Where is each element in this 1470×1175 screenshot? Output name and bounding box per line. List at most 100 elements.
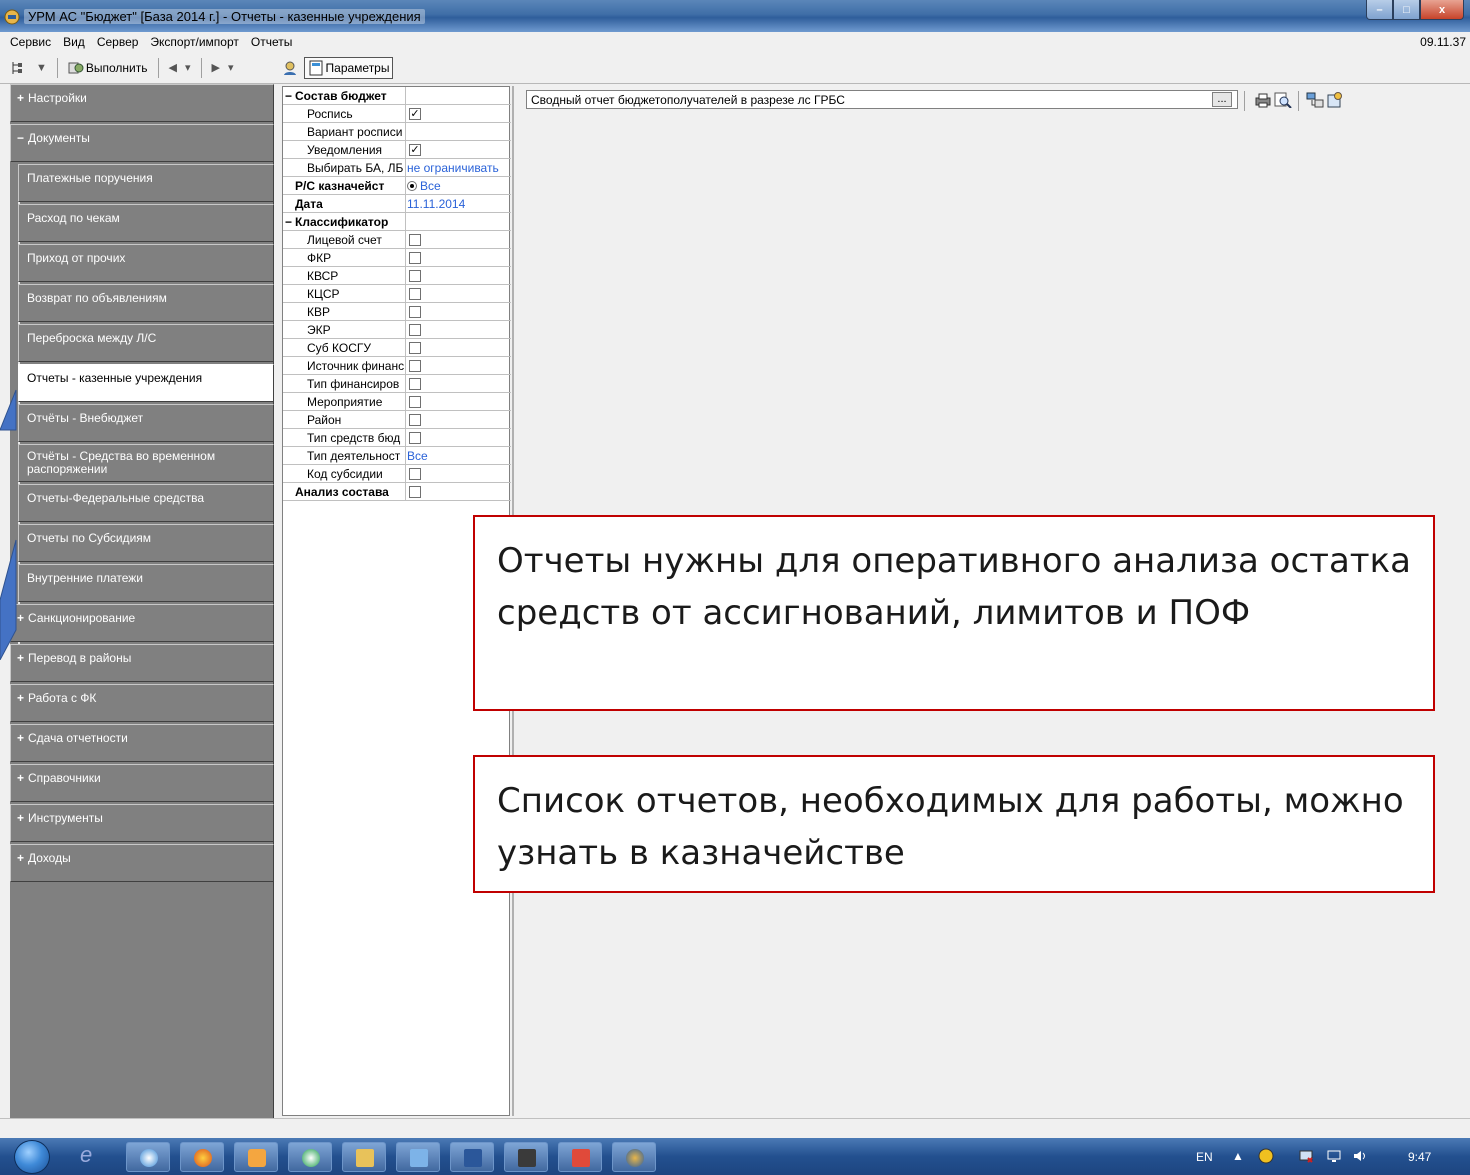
param-checkbox[interactable] [409, 396, 421, 408]
param-checkbox[interactable] [409, 468, 421, 480]
param-row-activity-type[interactable]: Тип деятельност Все [283, 447, 511, 465]
menu-item-service[interactable]: Сервис [4, 35, 57, 49]
nav-item-settings[interactable]: + Настройки [10, 84, 274, 122]
nav-item-reports-temporary[interactable]: Отчёты - Средства во временном распоряже… [18, 444, 274, 482]
forward-button[interactable]: ▶ [208, 56, 224, 80]
param-row-treasury-account[interactable]: Р/С казначейст Все [283, 177, 511, 195]
param-row-analysis[interactable]: Анализ состава [283, 483, 511, 501]
param-row-kvsr[interactable]: КВСР [283, 267, 511, 285]
language-indicator[interactable]: EN [1196, 1150, 1213, 1164]
param-row-fkr[interactable]: ФКР [283, 249, 511, 267]
tree-view-button[interactable] [6, 56, 32, 80]
param-row-funding-source[interactable]: Источник финанс [283, 357, 511, 375]
nav-item-income[interactable]: + Доходы [10, 844, 274, 882]
param-checkbox[interactable] [409, 360, 421, 372]
network-icon[interactable] [1298, 1148, 1314, 1164]
param-checkbox[interactable] [409, 414, 421, 426]
param-row-sub-kosgu[interactable]: Суб КОСГУ [283, 339, 511, 357]
display-icon[interactable] [1326, 1148, 1342, 1164]
param-checkbox[interactable] [409, 324, 421, 336]
settings-icon[interactable] [1326, 92, 1344, 108]
taskbar-clock[interactable]: 9:47 [1408, 1150, 1431, 1164]
back-button[interactable]: ◀ [165, 56, 181, 80]
param-row-variant[interactable]: Вариант росписи [283, 123, 511, 141]
param-row-notifications[interactable]: Уведомления ✓ [283, 141, 511, 159]
maximize-button[interactable]: □ [1393, 0, 1420, 20]
param-group-budget[interactable]: − Состав бюджет [283, 87, 511, 105]
param-checkbox[interactable] [409, 270, 421, 282]
param-row-choose-ba[interactable]: Выбирать БА, ЛБ не ограничивать [283, 159, 511, 177]
taskbar-app-4[interactable] [396, 1142, 440, 1172]
taskbar-app-3[interactable] [288, 1142, 332, 1172]
print-icon[interactable] [1254, 92, 1272, 108]
nav-item-transfer-districts[interactable]: + Перевод в районы [10, 644, 274, 682]
nav-item-other-income[interactable]: Приход от прочих [18, 244, 274, 282]
menu-item-view[interactable]: Вид [57, 35, 91, 49]
radio-icon[interactable] [407, 181, 417, 191]
param-row-kvr[interactable]: КВР [283, 303, 511, 321]
tray-app-icon[interactable] [1258, 1148, 1274, 1164]
param-checkbox[interactable] [409, 342, 421, 354]
nav-item-reports-subsidies[interactable]: Отчеты по Субсидиям [18, 524, 274, 562]
forward-dropdown-button[interactable]: ▾ [224, 56, 238, 80]
param-checkbox[interactable]: ✓ [409, 144, 421, 156]
close-button[interactable]: x [1420, 0, 1464, 20]
param-checkbox[interactable] [409, 486, 421, 498]
menu-item-export-import[interactable]: Экспорт/импорт [144, 35, 244, 49]
nav-item-reports-federal[interactable]: Отчеты-Федеральные средства [18, 484, 274, 522]
taskbar-explorer[interactable] [342, 1142, 386, 1172]
taskbar-urm-app[interactable] [612, 1142, 656, 1172]
volume-icon[interactable] [1352, 1148, 1368, 1164]
param-checkbox[interactable] [409, 288, 421, 300]
start-button[interactable] [14, 1140, 50, 1174]
param-checkbox[interactable]: ✓ [409, 108, 421, 120]
nav-item-reporting[interactable]: + Сдача отчетности [10, 724, 274, 762]
nav-item-internal-payments[interactable]: Внутренние платежи [18, 564, 274, 602]
nav-item-reports-offbudget[interactable]: Отчёты - Внебюджет [18, 404, 274, 442]
param-checkbox[interactable] [409, 432, 421, 444]
param-row-kcsr[interactable]: КЦСР [283, 285, 511, 303]
nav-item-payment-orders[interactable]: Платежные поручения [18, 164, 274, 202]
param-row-date[interactable]: Дата 11.11.2014 [283, 195, 511, 213]
param-row-account[interactable]: Лицевой счет [283, 231, 511, 249]
export-icon[interactable] [1306, 92, 1324, 108]
report-select-button[interactable]: ... [1212, 92, 1232, 107]
nav-item-reports-state[interactable]: Отчеты - казенные учреждения [18, 364, 274, 402]
param-group-classifier[interactable]: − Классификатор [283, 213, 511, 231]
nav-item-sanctioning[interactable]: + Санкционирование [10, 604, 274, 642]
param-checkbox[interactable] [409, 252, 421, 264]
nav-item-transfer-accounts[interactable]: Переброска между Л/С [18, 324, 274, 362]
tray-expand-icon[interactable]: ▲ [1232, 1149, 1244, 1163]
menu-item-server[interactable]: Сервер [91, 35, 145, 49]
menu-item-reports[interactable]: Отчеты [245, 35, 298, 49]
nav-item-documents[interactable]: − Документы [10, 124, 274, 162]
taskbar-word[interactable] [450, 1142, 494, 1172]
nav-item-fk-work[interactable]: + Работа с ФК [10, 684, 274, 722]
param-row-subsidy-code[interactable]: Код субсидии [283, 465, 511, 483]
taskbar-app-6[interactable] [558, 1142, 602, 1172]
report-select[interactable]: Сводный отчет бюджетополучателей в разре… [526, 90, 1238, 109]
param-row-rospis[interactable]: Роспись ✓ [283, 105, 511, 123]
param-row-event[interactable]: Мероприятие [283, 393, 511, 411]
nav-item-returns[interactable]: Возврат по объявлениям [18, 284, 274, 322]
preview-icon[interactable] [1274, 92, 1292, 108]
minimize-button[interactable]: – [1366, 0, 1393, 20]
execute-button[interactable]: Выполнить [64, 56, 152, 80]
param-checkbox[interactable] [409, 378, 421, 390]
nav-item-check-expense[interactable]: Расход по чекам [18, 204, 274, 242]
taskbar-app-1[interactable] [126, 1142, 170, 1172]
nav-item-directories[interactable]: + Справочники [10, 764, 274, 802]
param-checkbox[interactable] [409, 306, 421, 318]
param-row-funding-type[interactable]: Тип финансиров [283, 375, 511, 393]
taskbar-app-5[interactable] [504, 1142, 548, 1172]
tree-dropdown-button[interactable]: ▼ [32, 56, 51, 80]
taskbar-app-2[interactable] [234, 1142, 278, 1172]
user-button[interactable] [278, 56, 304, 80]
params-button[interactable]: Параметры [303, 56, 394, 79]
param-checkbox[interactable] [409, 234, 421, 246]
taskbar-firefox[interactable] [180, 1142, 224, 1172]
param-row-funds-type[interactable]: Тип средств бюд [283, 429, 511, 447]
nav-item-tools[interactable]: + Инструменты [10, 804, 274, 842]
taskbar-ie[interactable]: e [70, 1142, 114, 1172]
param-row-district[interactable]: Район [283, 411, 511, 429]
